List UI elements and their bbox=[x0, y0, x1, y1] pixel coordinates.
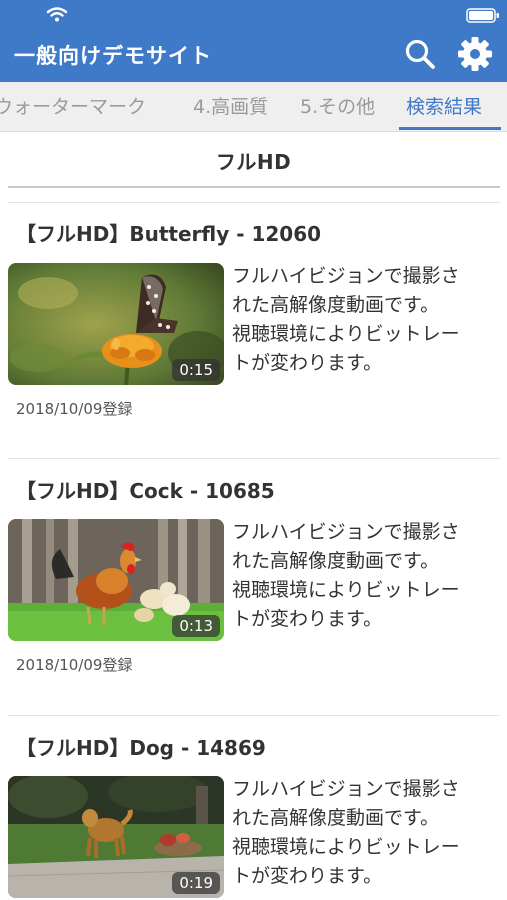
video-description: フルハイビジョンで撮影さ れた高解像度動画です。 視聴環境によりビットレー トが… bbox=[232, 518, 500, 634]
list-divider bbox=[8, 715, 500, 716]
app-header: 一般向けデモサイト bbox=[0, 0, 507, 82]
video-thumbnail[interactable]: 0:15 bbox=[8, 263, 224, 385]
search-button[interactable] bbox=[402, 36, 438, 72]
list-divider bbox=[8, 458, 500, 459]
description-line: れた高解像度動画です。 bbox=[232, 550, 440, 572]
app-screen: 一般向けデモサイト ウォーターマーク 4.高画質 5.その他 検索結果 フルHD… bbox=[0, 0, 507, 900]
video-description: フルハイビジョンで撮影さ れた高解像度動画です。 視聴環境によりビットレー トが… bbox=[232, 775, 500, 891]
description-line: トが変わります。 bbox=[232, 608, 383, 630]
description-line: 視聴環境によりビットレー bbox=[232, 323, 460, 345]
tab-watermark[interactable]: ウォーターマーク bbox=[0, 82, 146, 131]
description-line: トが変わります。 bbox=[232, 865, 383, 887]
gear-icon bbox=[458, 37, 492, 71]
section-title: フルHD bbox=[215, 150, 292, 174]
active-tab-indicator bbox=[399, 127, 501, 130]
description-line: れた高解像度動画です。 bbox=[232, 807, 440, 829]
section-divider bbox=[8, 186, 500, 188]
description-line: フルハイビジョンで撮影さ bbox=[232, 521, 460, 543]
video-date: 2018/10/09登録 bbox=[16, 400, 133, 418]
app-title: 一般向けデモサイト bbox=[14, 44, 212, 68]
description-line: フルハイビジョンで撮影さ bbox=[232, 778, 460, 800]
video-date: 2018/10/09登録 bbox=[16, 656, 133, 674]
video-duration-badge: 0:13 bbox=[172, 615, 220, 637]
video-title[interactable]: 【フルHD】Dog - 14869 bbox=[16, 732, 266, 761]
description-line: れた高解像度動画です。 bbox=[232, 294, 440, 316]
description-line: フルハイビジョンで撮影さ bbox=[232, 265, 460, 287]
status-bar bbox=[0, 0, 507, 28]
tab-search-results[interactable]: 検索結果 bbox=[406, 82, 482, 131]
video-thumbnail[interactable]: 0:19 bbox=[8, 776, 224, 898]
description-line: 視聴環境によりビットレー bbox=[232, 579, 460, 601]
description-line: トが変わります。 bbox=[232, 352, 383, 374]
search-icon bbox=[405, 39, 435, 69]
video-duration-badge: 0:15 bbox=[172, 359, 220, 381]
video-thumbnail[interactable]: 0:13 bbox=[8, 519, 224, 641]
wifi-icon bbox=[46, 7, 68, 22]
video-duration-badge: 0:19 bbox=[172, 872, 220, 894]
tab-bar: ウォーターマーク 4.高画質 5.その他 検索結果 bbox=[0, 82, 507, 132]
tab-other[interactable]: 5.その他 bbox=[300, 82, 375, 131]
tab-high-quality[interactable]: 4.高画質 bbox=[193, 82, 268, 131]
video-title[interactable]: 【フルHD】Butterfly - 12060 bbox=[16, 218, 321, 247]
battery-icon bbox=[466, 8, 499, 23]
description-line: 視聴環境によりビットレー bbox=[232, 836, 460, 858]
settings-button[interactable] bbox=[457, 36, 493, 72]
video-description: フルハイビジョンで撮影さ れた高解像度動画です。 視聴環境によりビットレー トが… bbox=[232, 262, 500, 378]
list-divider bbox=[8, 202, 500, 203]
video-title[interactable]: 【フルHD】Cock - 10685 bbox=[16, 475, 275, 504]
